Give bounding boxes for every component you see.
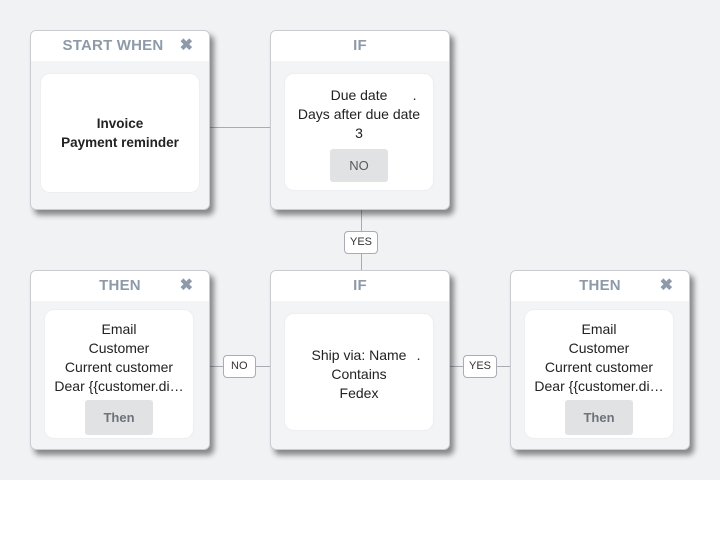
- then-node-right[interactable]: THEN ✖ Email Customer Current customer D…: [510, 270, 690, 450]
- close-icon[interactable]: ✖: [660, 277, 673, 295]
- node-body[interactable]: Email Customer Current customer Dear {{c…: [524, 309, 674, 439]
- node-body[interactable]: Ship via: Name . Contains Fedex: [284, 313, 434, 431]
- then-node-left[interactable]: THEN ✖ Email Customer Current customer D…: [30, 270, 210, 450]
- if-node-due-date[interactable]: IF Due date . Days after due date 3 NO: [270, 30, 450, 210]
- condition-value: Fedex: [339, 385, 379, 401]
- node-header: THEN ✖: [31, 271, 209, 301]
- condition-value: 3: [355, 125, 363, 141]
- then-button[interactable]: Then: [85, 400, 153, 435]
- node-body[interactable]: Due date . Days after due date 3 NO: [284, 73, 434, 191]
- start-when-node[interactable]: START WHEN ✖ Invoice Payment reminder: [30, 30, 210, 210]
- condition-operator: Days after due date: [297, 106, 421, 122]
- action-message: Dear {{customer.di…: [534, 378, 664, 394]
- action-recipient: Customer: [568, 340, 630, 356]
- action-message: Dear {{customer.di…: [54, 378, 184, 394]
- node-header: IF: [271, 271, 449, 301]
- condition-dot: .: [412, 87, 417, 103]
- condition-field: Due date .: [330, 87, 417, 103]
- action-type: Email: [101, 321, 137, 337]
- condition-operator: Contains: [331, 366, 387, 382]
- if-node-ship-via[interactable]: IF Ship via: Name . Contains Fedex: [270, 270, 450, 450]
- node-header: START WHEN ✖: [31, 31, 209, 61]
- connector-start-if1: [209, 127, 271, 128]
- action-type: Email: [581, 321, 617, 337]
- close-icon[interactable]: ✖: [180, 277, 193, 295]
- node-body[interactable]: Email Customer Current customer Dear {{c…: [44, 309, 194, 439]
- condition-dot: .: [416, 347, 421, 363]
- node-title: IF: [353, 277, 367, 294]
- no-button[interactable]: NO: [330, 149, 388, 182]
- node-header: IF: [271, 31, 449, 61]
- node-body[interactable]: Invoice Payment reminder: [40, 73, 200, 193]
- condition-field: Ship via: Name .: [311, 347, 421, 363]
- yes-connector-label[interactable]: YES: [463, 355, 498, 378]
- workflow-canvas: START WHEN ✖ Invoice Payment reminder IF…: [0, 0, 720, 480]
- action-target: Current customer: [64, 359, 174, 375]
- action-target: Current customer: [544, 359, 654, 375]
- trigger-event: Payment reminder: [61, 135, 179, 150]
- node-header: THEN ✖: [511, 271, 689, 301]
- yes-connector-label[interactable]: YES: [344, 231, 379, 254]
- trigger-entity: Invoice: [96, 116, 144, 131]
- close-icon[interactable]: ✖: [180, 37, 193, 55]
- action-recipient: Customer: [88, 340, 150, 356]
- node-title: IF: [353, 37, 367, 54]
- no-connector-label[interactable]: NO: [223, 355, 256, 378]
- then-button[interactable]: Then: [565, 400, 633, 435]
